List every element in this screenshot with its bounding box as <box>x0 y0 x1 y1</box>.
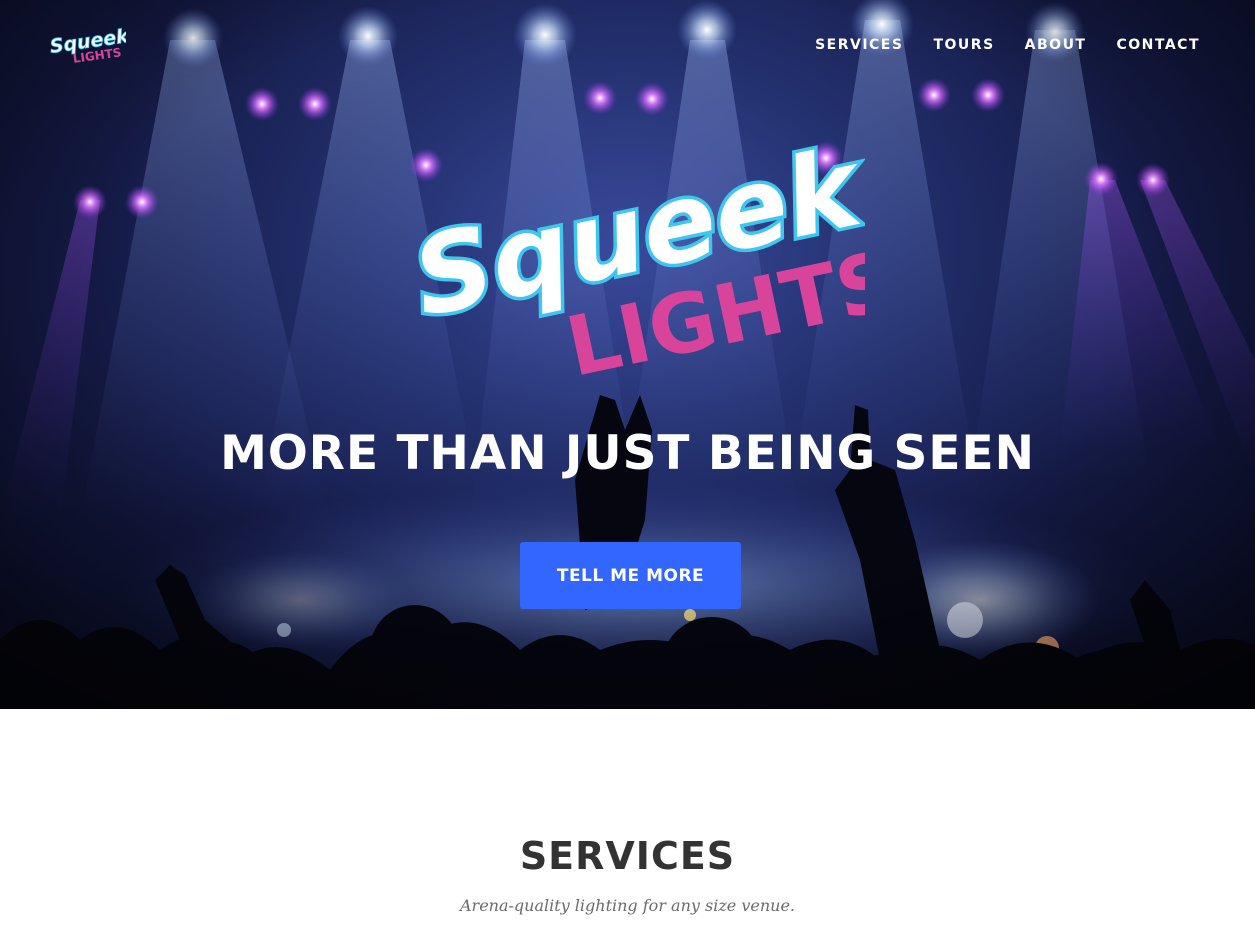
tell-me-more-button[interactable]: TELL ME MORE <box>520 542 741 609</box>
services-subtitle: Arena-quality lighting for any size venu… <box>460 896 795 915</box>
nav-logo[interactable]: Squeek LIGHTS <box>46 24 126 64</box>
nav-link-contact[interactable]: CONTACT <box>1116 37 1200 53</box>
hero-heading: MORE THAN JUST BEING SEEN <box>220 426 1035 481</box>
page: Squeek LIGHTS SERVICES TOURS ABOUT CONTA… <box>0 0 1255 934</box>
top-navbar: Squeek LIGHTS SERVICES TOURS ABOUT CONTA… <box>0 0 1255 90</box>
nav-link-services[interactable]: SERVICES <box>815 37 903 53</box>
nav-link-about[interactable]: ABOUT <box>1025 37 1087 53</box>
nav-link-tours[interactable]: TOURS <box>933 37 994 53</box>
hero-section: Squeek LIGHTS SERVICES TOURS ABOUT CONTA… <box>0 0 1255 709</box>
hero-logo: Squeek LIGHTS <box>400 122 865 384</box>
services-section: SERVICES Arena-quality lighting for any … <box>0 709 1255 934</box>
services-title: SERVICES <box>519 834 736 878</box>
nav-links: SERVICES TOURS ABOUT CONTACT <box>785 37 1200 53</box>
